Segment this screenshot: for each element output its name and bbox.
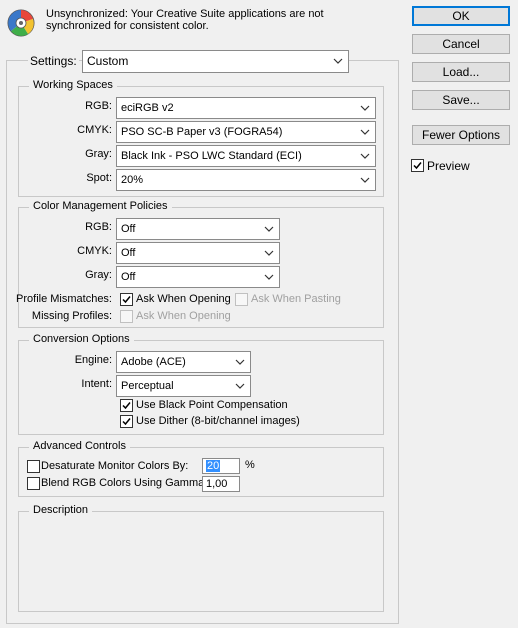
blend-gamma-input[interactable]: 1,00: [202, 476, 240, 492]
ws-spot-value: 20%: [121, 174, 144, 186]
ws-cmyk-value: PSO SC-B Paper v3 (FOGRA54): [121, 126, 283, 138]
ws-cmyk-select[interactable]: PSO SC-B Paper v3 (FOGRA54): [116, 121, 376, 143]
description-group: Description: [18, 504, 384, 612]
ws-rgb-value: eciRGB v2: [121, 102, 174, 114]
chevron-down-icon: [264, 226, 274, 232]
chevron-down-icon: [264, 274, 274, 280]
working-spaces-legend: Working Spaces: [29, 79, 117, 91]
sync-message-line1: Unsynchronized: Your Creative Suite appl…: [46, 8, 324, 20]
desaturate-checkbox[interactable]: [27, 460, 40, 473]
ws-gray-select[interactable]: Black Ink - PSO LWC Standard (ECI): [116, 145, 376, 167]
pol-rgb-value: Off: [121, 223, 136, 235]
desaturate-unit: %: [245, 459, 255, 471]
sync-message-line2: synchronized for consistent color.: [46, 20, 209, 32]
ok-button[interactable]: OK: [412, 6, 510, 26]
chevron-down-icon: [360, 177, 370, 183]
use-dither-label: Use Dither (8-bit/channel images): [136, 415, 300, 427]
preview-label: Preview: [427, 159, 470, 173]
blend-gamma-checkbox[interactable]: [27, 477, 40, 490]
pol-gray-label: Gray:: [85, 269, 112, 281]
pol-cmyk-label: CMYK:: [77, 245, 112, 257]
settings-select[interactable]: Custom: [82, 50, 349, 73]
chevron-down-icon: [360, 153, 370, 159]
missing-profiles-label: Missing Profiles:: [31, 310, 112, 322]
engine-value: Adobe (ACE): [121, 356, 186, 368]
black-point-compensation-checkbox[interactable]: [120, 399, 133, 412]
missing-ask-when-opening-label: Ask When Opening: [136, 310, 231, 322]
blend-gamma-value: 1,00: [206, 478, 228, 490]
profile-mismatches-label: Profile Mismatches:: [16, 293, 112, 305]
check-icon: [122, 418, 131, 426]
settings-value: Custom: [87, 54, 129, 68]
pol-gray-select[interactable]: Off: [116, 266, 280, 288]
chevron-down-icon: [333, 58, 343, 64]
black-point-compensation-label: Use Black Point Compensation: [136, 399, 288, 411]
pol-cmyk-select[interactable]: Off: [116, 242, 280, 264]
fewer-options-button[interactable]: Fewer Options: [412, 125, 510, 145]
description-legend: Description: [29, 504, 93, 516]
intent-value: Perceptual: [121, 380, 174, 392]
pol-rgb-label: RGB:: [85, 221, 112, 233]
intent-select[interactable]: Perceptual: [116, 375, 251, 397]
check-icon: [122, 402, 131, 410]
advanced-legend: Advanced Controls: [29, 440, 130, 452]
ask-when-pasting-checkbox[interactable]: [235, 293, 248, 306]
intent-label: Intent:: [81, 378, 112, 390]
ws-rgb-label: RGB:: [85, 100, 112, 112]
ask-when-opening-checkbox[interactable]: [120, 293, 133, 306]
ask-when-pasting-label: Ask When Pasting: [251, 293, 341, 305]
ws-rgb-select[interactable]: eciRGB v2: [116, 97, 376, 119]
chevron-down-icon: [235, 383, 245, 389]
chevron-down-icon: [360, 105, 370, 111]
settings-label: Settings:: [28, 54, 79, 68]
pol-rgb-select[interactable]: Off: [116, 218, 280, 240]
ws-gray-value: Black Ink - PSO LWC Standard (ECI): [121, 150, 302, 162]
desaturate-label: Desaturate Monitor Colors By:: [41, 460, 189, 472]
ws-spot-select[interactable]: 20%: [116, 169, 376, 191]
sync-message: Unsynchronized: Your Creative Suite appl…: [46, 8, 324, 32]
cancel-button[interactable]: Cancel: [412, 34, 510, 54]
save-button[interactable]: Save...: [412, 90, 510, 110]
ws-gray-label: Gray:: [85, 148, 112, 160]
preview-checkbox[interactable]: [411, 159, 424, 172]
color-sync-icon: [6, 8, 36, 38]
advanced-group: Advanced Controls: [18, 440, 384, 497]
chevron-down-icon: [235, 359, 245, 365]
ask-when-opening-label: Ask When Opening: [136, 293, 231, 305]
blend-gamma-label: Blend RGB Colors Using Gamma:: [41, 477, 208, 489]
conversion-legend: Conversion Options: [29, 333, 134, 345]
chevron-down-icon: [264, 250, 274, 256]
policies-legend: Color Management Policies: [29, 200, 172, 212]
check-icon: [413, 162, 422, 170]
ws-cmyk-label: CMYK:: [77, 124, 112, 136]
use-dither-checkbox[interactable]: [120, 415, 133, 428]
chevron-down-icon: [360, 129, 370, 135]
pol-gray-value: Off: [121, 271, 136, 283]
engine-select[interactable]: Adobe (ACE): [116, 351, 251, 373]
missing-ask-when-opening-checkbox[interactable]: [120, 310, 133, 323]
engine-label: Engine:: [74, 354, 112, 366]
desaturate-input[interactable]: 20: [202, 458, 240, 474]
desaturate-value: 20: [206, 460, 221, 472]
pol-cmyk-value: Off: [121, 247, 136, 259]
check-icon: [122, 296, 131, 304]
ws-spot-label: Spot:: [86, 172, 112, 184]
load-button[interactable]: Load...: [412, 62, 510, 82]
